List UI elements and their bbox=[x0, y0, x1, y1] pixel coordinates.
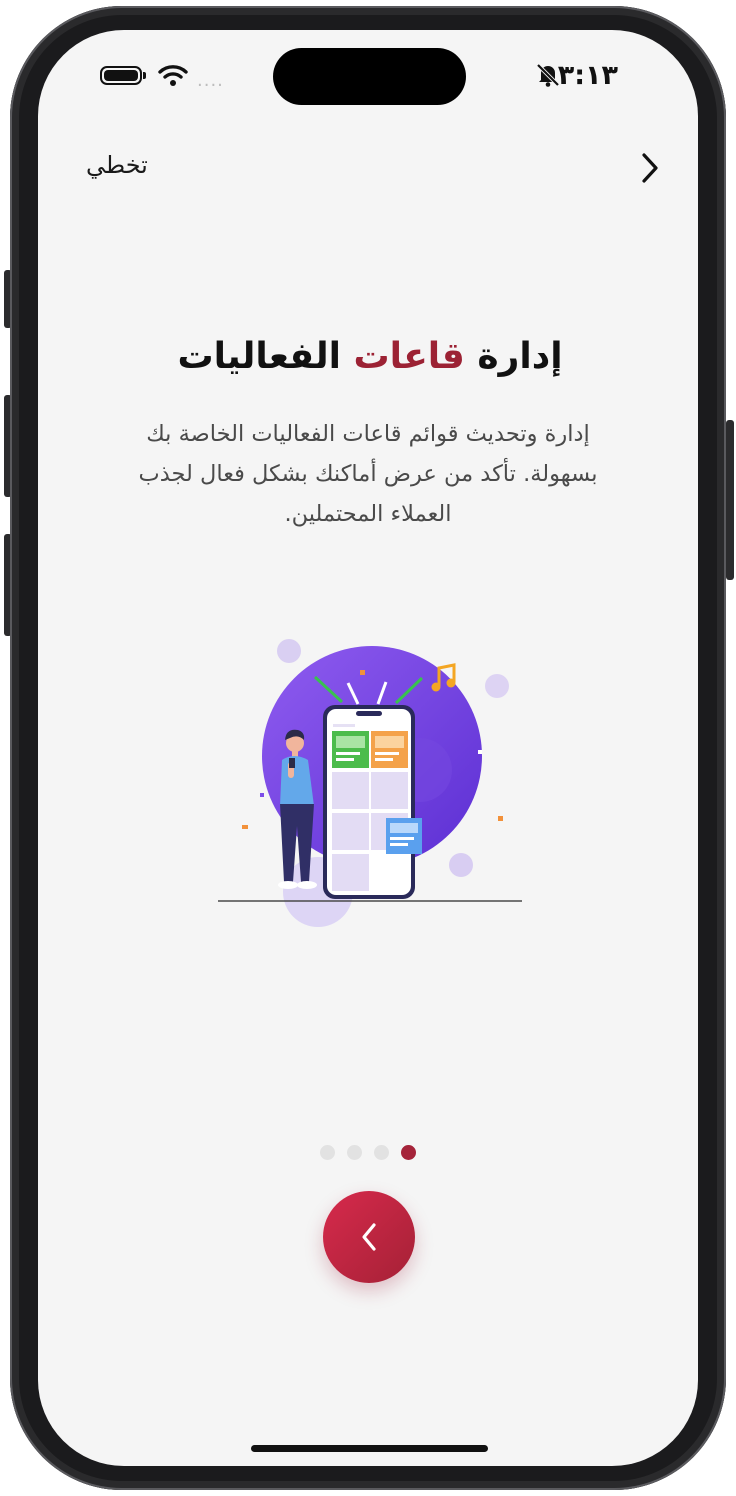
title-accent-word: قاعات bbox=[353, 336, 465, 377]
next-button[interactable] bbox=[323, 1191, 415, 1283]
title-word-1: إدارة bbox=[477, 336, 563, 377]
person-with-phone-illustration bbox=[218, 639, 522, 927]
wifi-icon bbox=[158, 65, 188, 86]
status-time: ٣:١٣ bbox=[557, 60, 618, 91]
power-button bbox=[726, 420, 734, 580]
chevron-right-icon[interactable] bbox=[638, 151, 662, 185]
signal-dots: .... bbox=[197, 70, 224, 91]
chevron-left-icon bbox=[362, 1223, 376, 1251]
battery-icon bbox=[100, 66, 142, 85]
skip-button[interactable]: تخطي bbox=[86, 151, 148, 179]
home-indicator[interactable] bbox=[251, 1445, 488, 1452]
battery-tip bbox=[143, 72, 146, 79]
page-dot[interactable] bbox=[374, 1145, 389, 1160]
page-indicator bbox=[320, 1145, 416, 1161]
page-dot[interactable] bbox=[320, 1145, 335, 1160]
page-dot-active[interactable] bbox=[401, 1145, 416, 1160]
page-title: إدارة قاعات الفعاليات bbox=[120, 336, 620, 377]
title-word-3: الفعاليات bbox=[177, 336, 341, 377]
page-dot[interactable] bbox=[347, 1145, 362, 1160]
page-description: إدارة وتحديث قوائم قاعات الفعاليات الخاص… bbox=[138, 421, 598, 527]
dynamic-island bbox=[273, 48, 466, 105]
